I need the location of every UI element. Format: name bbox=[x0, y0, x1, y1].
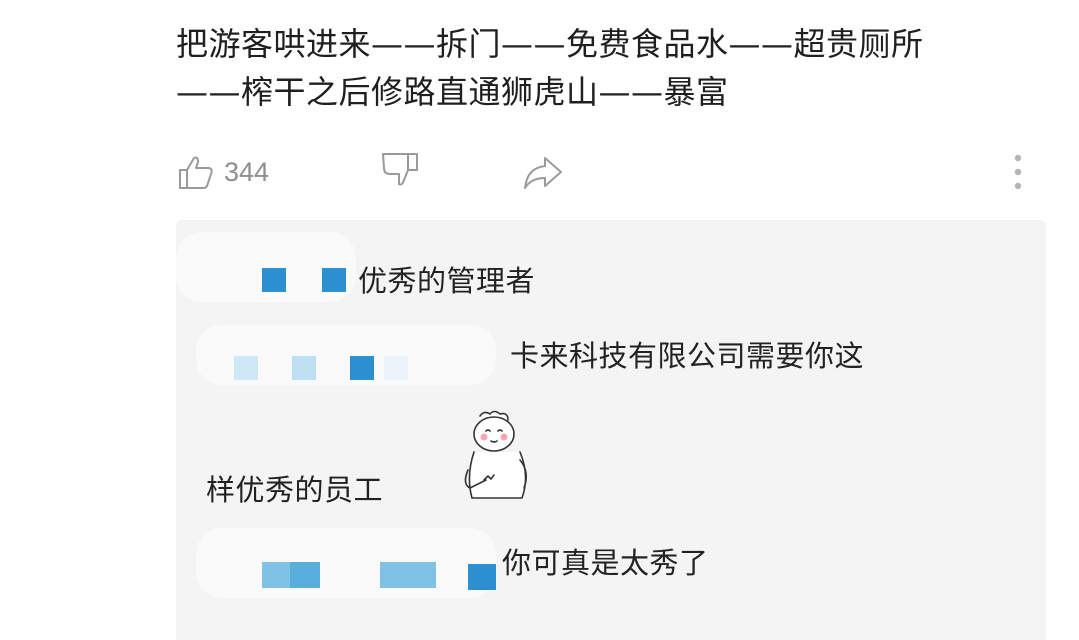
comment-actions-bar: 344 bbox=[176, 150, 1036, 194]
censor-block bbox=[322, 268, 346, 292]
reply-text: 你可真是太秀了 bbox=[502, 546, 709, 580]
reply-text: 卡来科技有限公司需要你这 bbox=[510, 339, 865, 373]
share-button[interactable] bbox=[521, 150, 565, 194]
like-count: 344 bbox=[224, 156, 270, 187]
thumbs-up-icon bbox=[179, 156, 213, 189]
censor-block bbox=[380, 562, 436, 588]
censor-block bbox=[234, 356, 258, 380]
sticker-emoji-icon bbox=[464, 410, 528, 499]
censor-block bbox=[384, 356, 408, 380]
reply-text: 样优秀的员工 bbox=[206, 473, 384, 507]
thumbs-down-icon bbox=[382, 153, 418, 186]
more-options-button[interactable] bbox=[1006, 150, 1030, 194]
replies-panel[interactable]: 优秀的管理者 卡来科技有限公司需要你这 样优秀的员工 你可真是太秀了 bbox=[176, 220, 1046, 640]
reply-text: 优秀的管理者 bbox=[358, 264, 536, 298]
comment-text: 把游客哄进来——拆门——免费食品水——超贵厕所 ——榨干之后修路直通狮虎山——暴… bbox=[176, 20, 1056, 116]
reply-avatar-blur bbox=[196, 528, 496, 598]
censor-block bbox=[262, 268, 286, 292]
censor-block bbox=[290, 562, 320, 588]
censor-block bbox=[350, 356, 374, 380]
censor-block bbox=[262, 562, 292, 588]
like-button[interactable]: 344 bbox=[176, 150, 269, 194]
dislike-button[interactable] bbox=[378, 150, 422, 194]
comment-line-2: ——榨干之后修路直通狮虎山——暴富 bbox=[176, 73, 729, 111]
censor-block bbox=[292, 356, 316, 380]
more-vertical-icon bbox=[1014, 154, 1022, 190]
censor-block bbox=[468, 564, 496, 590]
comment-line-1: 把游客哄进来——拆门——免费食品水——超贵厕所 bbox=[176, 25, 924, 63]
share-icon bbox=[524, 157, 562, 189]
